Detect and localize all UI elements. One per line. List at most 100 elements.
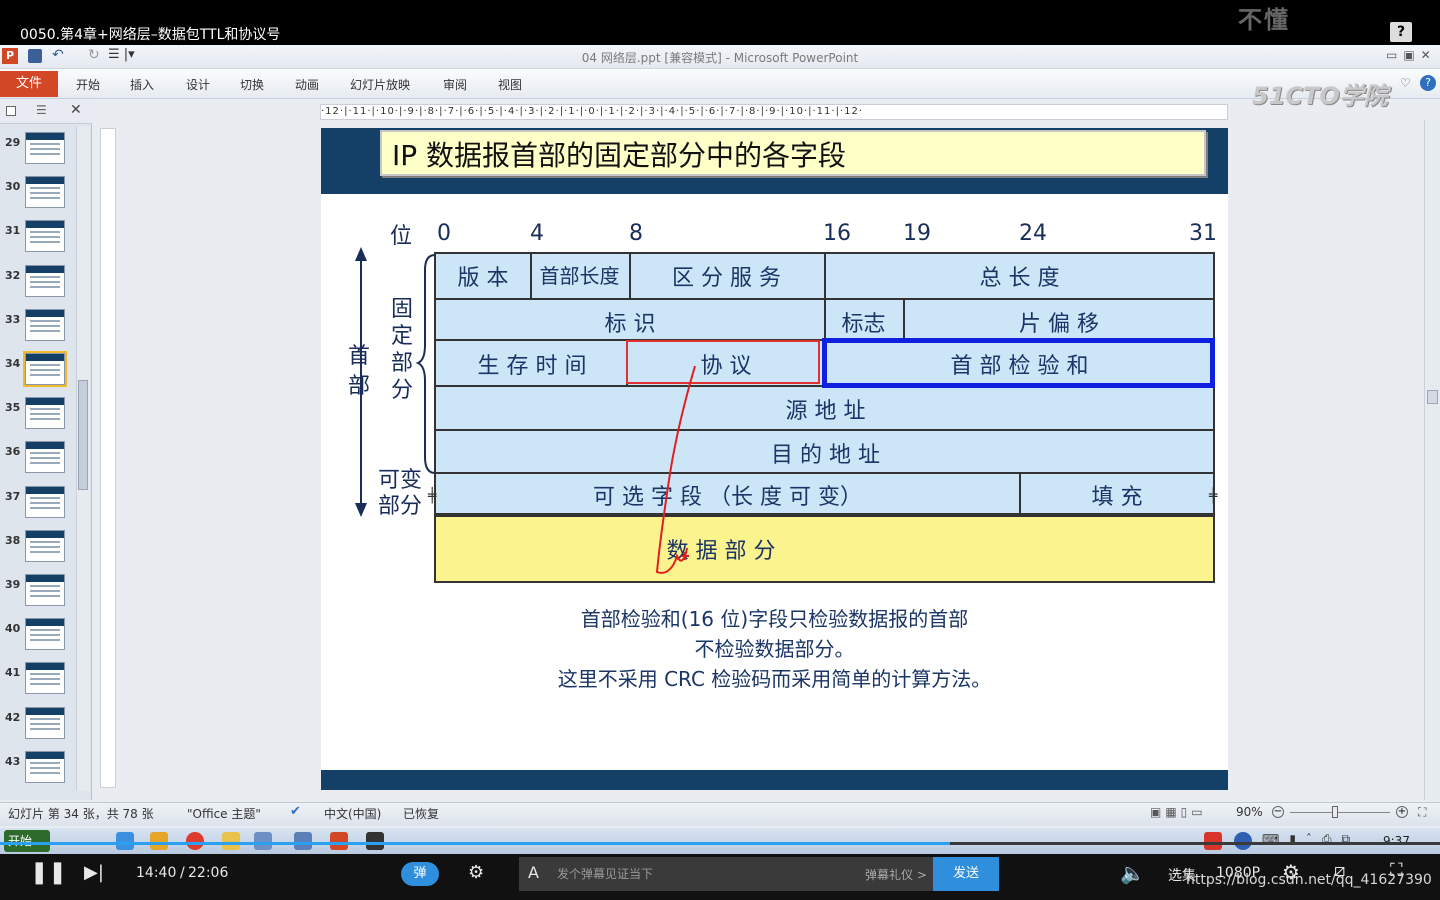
slide-thumbnail[interactable]: [23, 351, 67, 387]
thumbnail-number: 36: [5, 445, 21, 458]
slide-thumbnail[interactable]: [25, 486, 65, 518]
slide-thumbnail[interactable]: [25, 618, 65, 650]
slide-thumbnail[interactable]: [25, 397, 65, 429]
player-taskbar-icon[interactable]: [366, 832, 384, 850]
slide-thumbnail[interactable]: [25, 265, 65, 297]
cell-data: 数 据 部 分: [666, 539, 776, 564]
vertical-ruler: [100, 128, 116, 788]
bit-8: 8: [629, 221, 643, 246]
video-watermark: 不懂: [1238, 6, 1290, 34]
fit-window-icon[interactable]: ⛶: [1418, 805, 1426, 820]
cell-version: 版 本: [457, 266, 509, 291]
tray-clock: 9:37: [1383, 834, 1410, 848]
thumbnail-number: 41: [5, 666, 21, 679]
powerpoint-taskbar-icon[interactable]: [330, 832, 348, 850]
zoom-in-icon[interactable]: +: [1396, 806, 1408, 818]
zoom-slider[interactable]: [1290, 812, 1390, 813]
cell-identification: 标 识: [604, 312, 656, 337]
tray-help-icon[interactable]: [1234, 832, 1252, 850]
51cto-watermark: 51CTO学院: [1252, 82, 1388, 110]
cell-flags: 标志: [841, 312, 886, 337]
caption-line-3: 这里不采用 CRC 检验码而采用简单的计算方法。: [557, 667, 992, 691]
danmu-style-icon[interactable]: A: [528, 863, 539, 882]
thumbnail-number: 39: [5, 578, 21, 591]
spellcheck-icon[interactable]: ✔: [290, 804, 301, 819]
slide-thumbnail[interactable]: [25, 176, 65, 208]
tab-design[interactable]: 设计: [186, 74, 210, 96]
duration: 22:06: [188, 865, 229, 881]
window-controls[interactable]: ▭▣✕: [1386, 48, 1437, 62]
windows-taskbar: [0, 828, 1440, 854]
zoom-out-icon[interactable]: −: [1272, 806, 1284, 818]
slides-scroll-thumb[interactable]: [78, 380, 88, 490]
close-panel-icon[interactable]: ✕: [70, 102, 82, 118]
thumbnail-number: 30: [5, 180, 21, 193]
editor-scrollbar[interactable]: [1424, 120, 1440, 800]
bit-4: 4: [530, 221, 544, 246]
slide-thumbnail[interactable]: [25, 309, 65, 341]
view-buttons[interactable]: ▣▦▯▭: [1150, 805, 1207, 819]
caption-line-2: 不检验数据部分。: [694, 637, 855, 661]
slide-thumbnail[interactable]: [25, 662, 65, 694]
tab-slideshow[interactable]: 幻灯片放映: [350, 74, 410, 96]
tray-icon-s[interactable]: [1204, 832, 1222, 850]
window-title: 04 网络层.ppt [兼容模式] - Microsoft PowerPoint: [581, 51, 859, 65]
app-icon-2[interactable]: [294, 832, 312, 850]
video-progress-fill: [0, 842, 950, 845]
slide-thumbnail[interactable]: [25, 707, 65, 739]
ribbon-tabs: [0, 69, 1440, 99]
next-icon[interactable]: ▶|: [84, 862, 104, 883]
tab-view[interactable]: 视图: [498, 74, 522, 96]
slide-thumbnail[interactable]: [25, 530, 65, 562]
ribbon-minimize-icon[interactable]: ♡: [1400, 76, 1411, 90]
slide-thumbnail[interactable]: [25, 574, 65, 606]
tab-transitions[interactable]: 切换: [240, 74, 264, 96]
tab-file[interactable]: 文件: [0, 71, 58, 97]
slide-thumbnail[interactable]: [25, 220, 65, 252]
editor-scroll-thumb[interactable]: [1427, 390, 1438, 404]
chrome-icon[interactable]: [186, 832, 204, 850]
send-button[interactable]: 发送: [933, 857, 999, 891]
danmu-toggle[interactable]: 弹: [401, 862, 439, 886]
help-icon[interactable]: ?: [1420, 75, 1436, 91]
danmu-etiquette-link[interactable]: 弹幕礼仪 >: [865, 866, 927, 883]
slide-thumbnail[interactable]: [25, 441, 65, 473]
zoom-level[interactable]: 90%: [1236, 805, 1263, 819]
status-language[interactable]: 中文(中国): [324, 805, 381, 822]
bit-19: 19: [903, 221, 931, 246]
start-button[interactable]: 开始: [4, 830, 50, 852]
cell-fragment-offset: 片 偏 移: [1019, 312, 1099, 337]
thumbnail-number: 33: [5, 313, 21, 326]
current-time: 14:40: [136, 865, 177, 881]
tab-review[interactable]: 审阅: [443, 74, 467, 96]
options-resize-marker-left: ╪: [428, 488, 437, 504]
thumbnail-number: 37: [5, 490, 21, 503]
slides-tab-icon[interactable]: [6, 106, 16, 116]
ie-icon[interactable]: [116, 832, 134, 850]
slide-thumbnail[interactable]: [25, 132, 65, 164]
cell-ttl: 生 存 时 间: [477, 354, 587, 379]
help-button[interactable]: ?: [1390, 22, 1412, 42]
pause-icon[interactable]: ❚❚: [30, 860, 67, 885]
tab-insert[interactable]: 插入: [130, 74, 154, 96]
slide-thumbnail[interactable]: [25, 751, 65, 783]
app-icon-1[interactable]: [254, 832, 272, 850]
status-theme: "Office 主题": [187, 807, 261, 821]
checksum-highlight: [822, 338, 1215, 388]
slide-bottom-band: [321, 770, 1228, 790]
side-label-fixed: 固定部分: [391, 297, 414, 403]
volume-icon[interactable]: 🔈: [1120, 861, 1145, 885]
status-recovered: 已恢复: [403, 807, 440, 821]
tab-animations[interactable]: 动画: [295, 74, 319, 96]
cell-ds: 区 分 服 务: [672, 266, 781, 291]
thumbnail-number: 42: [5, 711, 21, 724]
folder-icon[interactable]: [222, 832, 240, 850]
bit-0: 0: [437, 221, 451, 246]
danmu-settings-icon[interactable]: ⚙: [468, 862, 484, 883]
url-watermark: https://blog.csdn.net/qq_41627390: [1186, 872, 1432, 888]
cell-options: 可 选 字 段 （长 度 可 变）: [593, 485, 862, 510]
zoom-slider-handle[interactable]: [1332, 806, 1338, 818]
outline-tab-icon[interactable]: ☰: [36, 103, 47, 117]
tab-home[interactable]: 开始: [76, 74, 100, 96]
media-icon[interactable]: [150, 832, 168, 850]
